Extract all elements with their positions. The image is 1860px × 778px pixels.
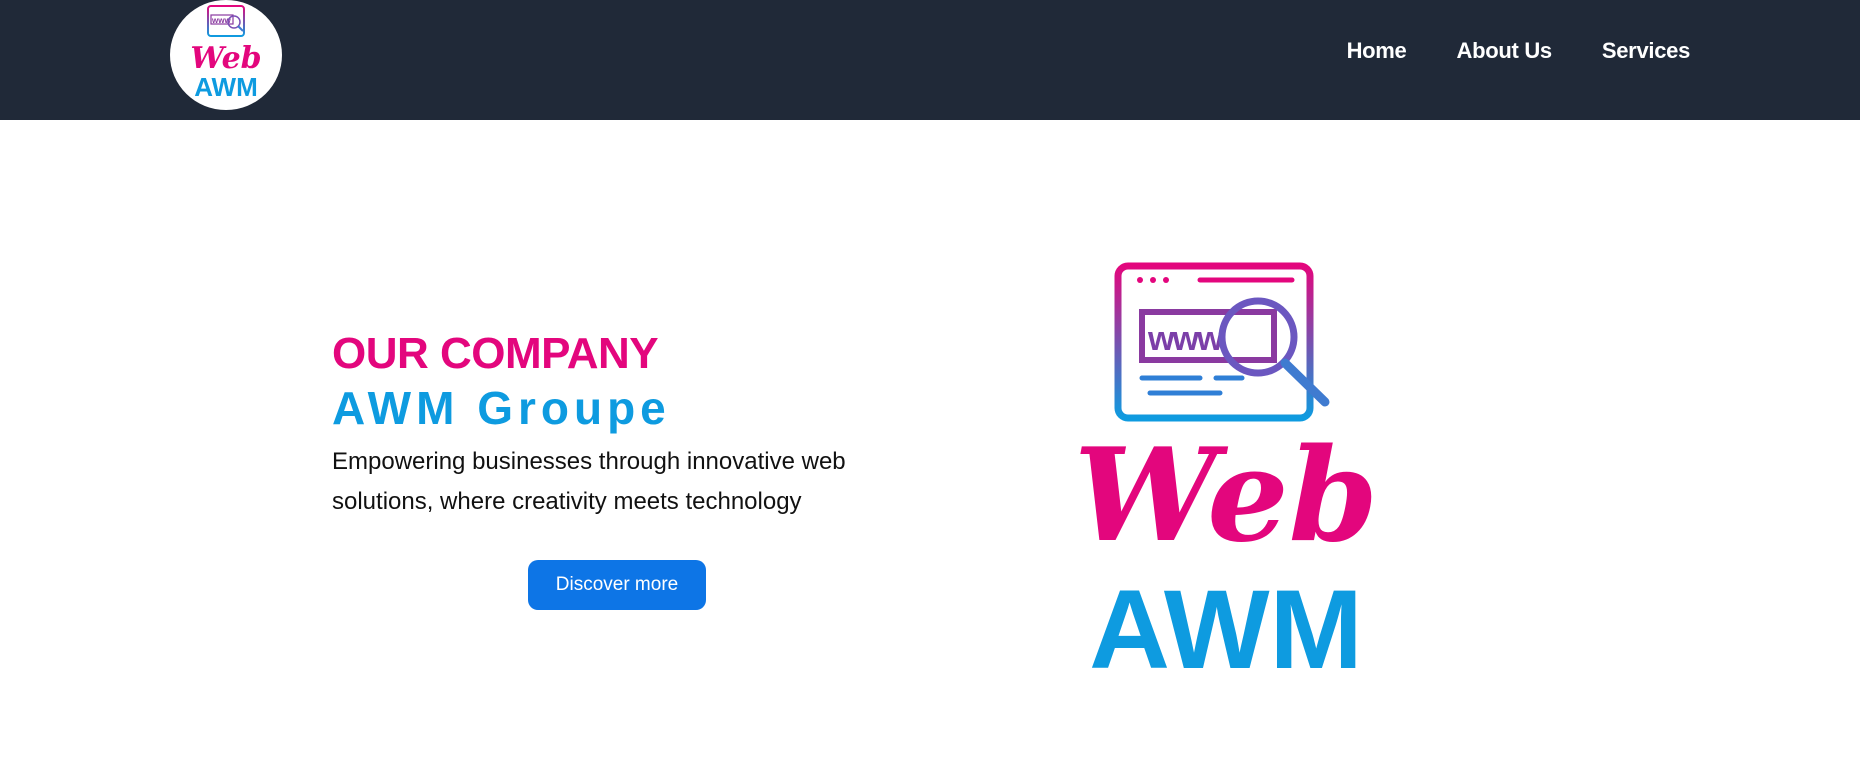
- hero-text-block: OUR COMPANY AWM Groupe Empowering busine…: [332, 328, 892, 522]
- svg-text:Web: Web: [1074, 421, 1378, 571]
- web-awm-large-logo-icon: www Web AWM: [1074, 262, 1378, 692]
- svg-text:AWM: AWM: [194, 72, 258, 102]
- hero-company-name: AWM Groupe: [332, 382, 671, 434]
- svg-text:AWM: AWM: [1089, 567, 1363, 680]
- svg-text:www: www: [1147, 320, 1224, 358]
- nav-about-link[interactable]: About Us: [1457, 38, 1553, 64]
- site-logo[interactable]: www Web AWM: [170, 0, 282, 110]
- main-nav: Home About Us Services: [1347, 38, 1691, 64]
- hero-tagline: Empowering businesses through innovative…: [332, 448, 846, 515]
- nav-home-link[interactable]: Home: [1347, 38, 1407, 64]
- svg-text:Web: Web: [190, 41, 261, 76]
- discover-more-button[interactable]: Discover more: [528, 560, 706, 610]
- nav-services-link[interactable]: Services: [1602, 38, 1690, 64]
- hero-logo: www Web AWM: [1020, 250, 1440, 692]
- web-awm-logo-icon: www Web AWM: [190, 5, 262, 102]
- hero-eyebrow: OUR COMPANY: [332, 329, 659, 378]
- top-navbar: www Web AWM Home About Us Services: [0, 0, 1860, 120]
